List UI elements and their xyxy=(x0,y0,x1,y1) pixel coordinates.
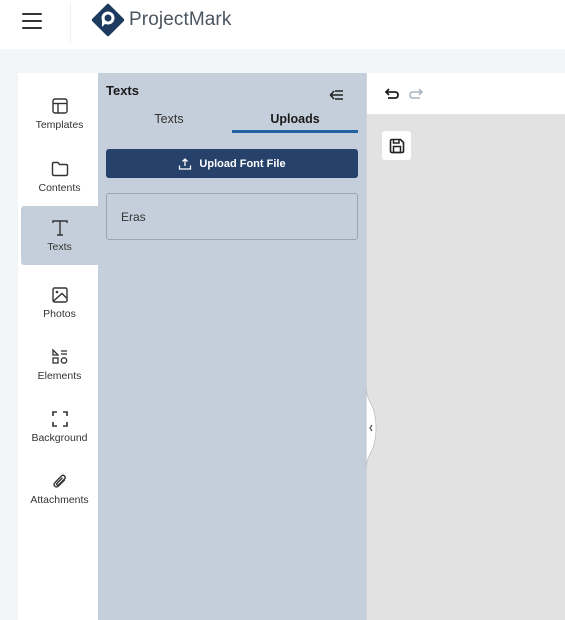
sidebar-item-texts[interactable]: Texts xyxy=(21,206,98,265)
logo[interactable]: ProjectMark xyxy=(90,2,231,38)
sidebar-item-templates[interactable]: Templates xyxy=(21,83,98,143)
sidebar-item-label: Contents xyxy=(38,181,81,194)
upload-font-label: Upload Font File xyxy=(199,157,286,170)
undo-icon[interactable] xyxy=(384,86,400,102)
upload-icon xyxy=(179,157,192,170)
sidebar-item-elements[interactable]: Elements xyxy=(21,334,98,394)
sidebar-item-photos[interactable]: Photos xyxy=(21,272,98,332)
text-icon xyxy=(51,220,68,236)
sidebar-item-label: Attachments xyxy=(30,493,89,506)
save-icon xyxy=(389,138,404,153)
sidebar-item-label: Background xyxy=(31,431,88,444)
save-button[interactable] xyxy=(382,131,411,160)
collapse-panel-icon[interactable] xyxy=(329,88,345,102)
paperclip-icon xyxy=(52,474,66,488)
divider xyxy=(70,2,71,42)
shapes-icon xyxy=(51,347,67,364)
tab-uploads[interactable]: Uploads xyxy=(232,109,358,133)
panel-title: Texts xyxy=(106,83,139,98)
frame-icon xyxy=(51,410,68,427)
font-list-item[interactable]: Eras xyxy=(106,193,358,240)
sidebar-item-label: Texts xyxy=(47,241,72,253)
canvas-toolbar xyxy=(367,73,565,115)
brand-name: ProjectMark xyxy=(129,9,232,30)
sidebar: Templates Contents Texts Photos Elements… xyxy=(18,73,98,620)
tab-texts[interactable]: Texts xyxy=(106,109,232,133)
panel-tabs: Texts Uploads xyxy=(106,109,358,133)
canvas-area xyxy=(366,73,565,620)
layout-icon xyxy=(51,97,68,114)
sidebar-item-attachments[interactable]: Attachments xyxy=(21,458,98,518)
upload-font-button[interactable]: Upload Font File xyxy=(106,149,358,178)
logo-icon xyxy=(91,3,125,37)
panel-toggle-handle[interactable] xyxy=(360,388,378,468)
sidebar-item-background[interactable]: Background xyxy=(21,396,98,456)
sidebar-item-label: Templates xyxy=(35,118,84,131)
sidebar-item-label: Elements xyxy=(37,369,82,382)
redo-icon[interactable] xyxy=(408,86,424,102)
sidebar-item-label: Photos xyxy=(43,307,76,320)
image-icon xyxy=(51,286,68,303)
sidebar-item-contents[interactable]: Contents xyxy=(21,146,98,206)
folder-icon xyxy=(51,161,68,176)
texts-panel: Texts Texts Uploads Upload Font File Era… xyxy=(98,73,366,620)
top-bar: ProjectMark xyxy=(0,0,565,49)
hamburger-icon[interactable] xyxy=(22,13,42,29)
